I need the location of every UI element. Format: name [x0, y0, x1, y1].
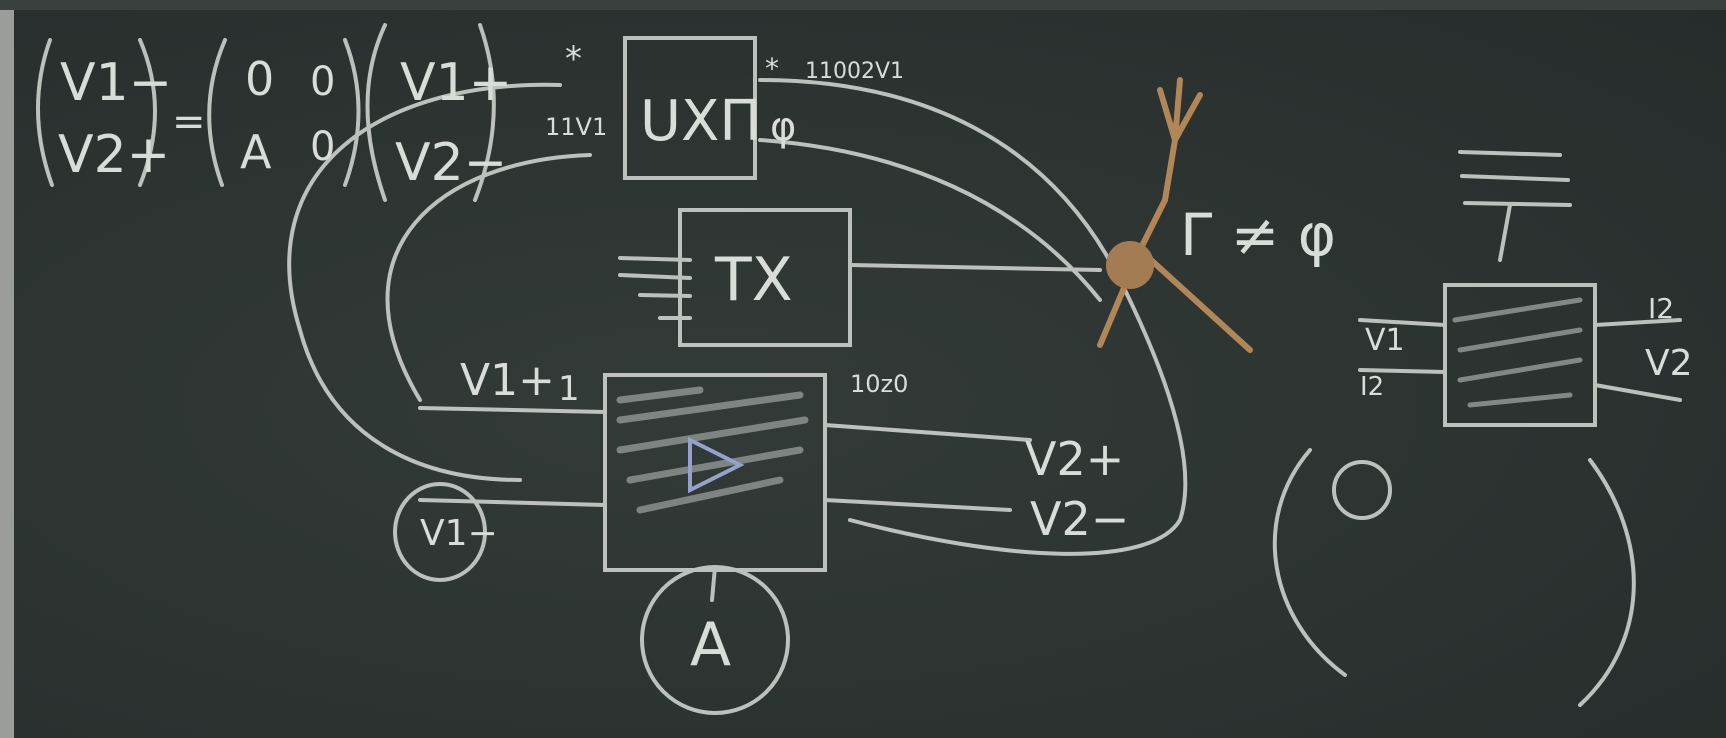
- equals-sign: =: [172, 99, 206, 145]
- v2-plus-line: [823, 423, 1032, 442]
- v1-minus-label: V1−: [420, 513, 498, 554]
- tx-box-label: TX: [714, 245, 793, 315]
- chalkboard: V1− V2+ = 0 0 A 0 V1+ V2− UXΠ 11V1 11002…: [0, 0, 1726, 738]
- right-i-top-label: I2: [1648, 292, 1674, 325]
- small-circle: [1332, 460, 1392, 520]
- right-lines: [1358, 318, 1682, 402]
- top-box-right-note: 11002V1: [805, 59, 904, 84]
- top-mark-1: *: [565, 39, 582, 79]
- amp-circle-label: A: [690, 610, 731, 680]
- top-box-right-symbol: φ: [770, 104, 796, 150]
- big-open-circle: [1272, 448, 1636, 707]
- v2-minus-line: [823, 498, 1012, 512]
- tx-output-line: [848, 263, 1102, 272]
- right-v2-label: V2: [1645, 343, 1693, 384]
- top-mark-2: *: [765, 52, 779, 85]
- top-box-left-note: 11V1: [545, 113, 607, 141]
- rhs-left-bracket: [365, 23, 387, 202]
- right-scribble: [1452, 297, 1583, 408]
- lhs-row1: V1−: [60, 53, 172, 113]
- lhs-row2: V2+: [58, 125, 170, 185]
- matrix-left-bracket: [207, 38, 227, 187]
- v2-minus-label: V2−: [1030, 492, 1129, 546]
- v1-plus-label: V1+: [460, 355, 555, 406]
- right-box: [1443, 283, 1597, 427]
- right-i2-label: I2: [1360, 372, 1384, 402]
- gamma-note: Γ ≠ φ: [1180, 201, 1336, 269]
- ground-lines-right: [1458, 150, 1572, 262]
- rhs-row2: V2−: [395, 133, 507, 193]
- tape-knot: [1106, 241, 1154, 289]
- v2-plus-label: V2+: [1025, 432, 1124, 486]
- v1-plus-mark: 1: [558, 369, 580, 409]
- rhs-row1: V1+: [400, 53, 512, 113]
- lhs-left-bracket: [36, 38, 54, 187]
- matrix-22: 0: [310, 124, 335, 170]
- matrix-12: 0: [310, 59, 335, 105]
- matrix-text: V1− V2+ = 0 0 A 0 V1+ V2−: [58, 52, 512, 193]
- top-box-label: UXΠ: [640, 89, 761, 154]
- matrix-21: A: [240, 125, 272, 179]
- chalk-drawing: V1− V2+ = 0 0 A 0 V1+ V2− UXΠ 11V1 11002…: [36, 23, 1693, 715]
- right-v1-label: V1: [1365, 323, 1405, 358]
- matrix-11: 0: [245, 52, 274, 106]
- second-arc: [758, 138, 1102, 302]
- v1-minus-line: [418, 498, 607, 507]
- v2-right-note: 10z0: [850, 370, 908, 398]
- matrix-right-bracket: [343, 38, 361, 187]
